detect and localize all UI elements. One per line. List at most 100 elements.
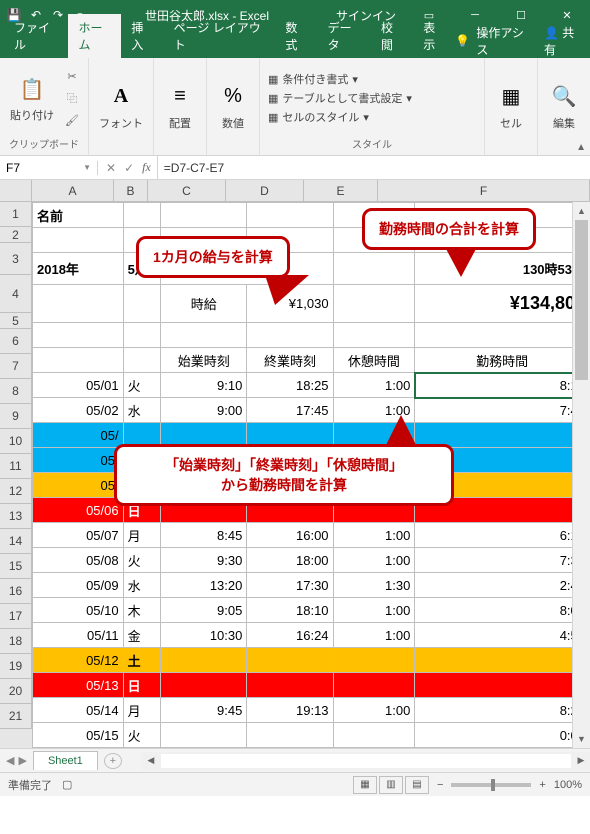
row-header-13[interactable]: 13 (0, 504, 32, 529)
vertical-scrollbar[interactable]: ▲ ▼ (572, 202, 590, 748)
cell[interactable] (33, 348, 124, 373)
row-header-16[interactable]: 16 (0, 579, 32, 604)
tab-formulas[interactable]: 数式 (275, 14, 317, 58)
cell[interactable] (161, 323, 247, 348)
cell[interactable]: 1:30 (333, 573, 415, 598)
scroll-down-icon[interactable]: ▼ (573, 730, 590, 748)
fx-icon[interactable]: fx (142, 160, 157, 175)
cell[interactable]: 16:24 (247, 623, 333, 648)
select-all-corner[interactable] (0, 180, 32, 201)
col-header-c[interactable]: C (148, 180, 226, 201)
cell[interactable]: ¥134,809 (415, 285, 590, 323)
row-header-2[interactable]: 2 (0, 227, 32, 243)
cell[interactable]: 05/ (33, 448, 124, 473)
cell[interactable]: 16:00 (247, 523, 333, 548)
row-header-3[interactable]: 3 (0, 243, 32, 275)
copy-icon[interactable]: ⿻ (62, 88, 82, 108)
cell[interactable]: 9:30 (161, 548, 247, 573)
zoom-slider[interactable] (451, 783, 531, 787)
cell[interactable] (333, 723, 415, 748)
row-header-14[interactable]: 14 (0, 529, 32, 554)
cell[interactable]: 9:05 (161, 598, 247, 623)
cell[interactable]: 13:20 (161, 573, 247, 598)
cell[interactable] (123, 348, 161, 373)
cell[interactable] (333, 253, 415, 285)
row-header-11[interactable]: 11 (0, 454, 32, 479)
cell[interactable]: 月 (123, 523, 161, 548)
cell[interactable]: 7:30 (415, 548, 590, 573)
number-group-button[interactable]: % 数値 (213, 79, 253, 133)
page-layout-view-icon[interactable]: ▥ (379, 776, 403, 794)
cell[interactable]: 18:00 (247, 548, 333, 573)
cell[interactable]: 2:40 (415, 573, 590, 598)
col-header-f[interactable]: F (378, 180, 590, 201)
format-painter-icon[interactable]: 🖌 (62, 110, 82, 130)
row-header-20[interactable]: 20 (0, 679, 32, 704)
alignment-group-button[interactable]: ≡ 配置 (160, 79, 200, 133)
hscroll-thumb[interactable] (161, 754, 571, 768)
cell[interactable]: 05/01 (33, 373, 124, 398)
cell[interactable] (33, 285, 124, 323)
row-header-17[interactable]: 17 (0, 604, 32, 629)
row-header-12[interactable]: 12 (0, 479, 32, 504)
name-box[interactable]: F7 ▼ (0, 161, 98, 175)
zoom-out-icon[interactable]: − (437, 779, 443, 791)
cell[interactable]: 18:10 (247, 598, 333, 623)
cell[interactable]: 始業時刻 (161, 348, 247, 373)
cell[interactable]: 水 (123, 573, 161, 598)
row-header-5[interactable]: 5 (0, 313, 32, 329)
row-header-7[interactable]: 7 (0, 354, 32, 379)
font-group-button[interactable]: A フォント (95, 79, 147, 133)
cell[interactable]: 8:45 (161, 523, 247, 548)
cell[interactable] (333, 323, 415, 348)
cell[interactable]: 火 (123, 723, 161, 748)
row-header-18[interactable]: 18 (0, 629, 32, 654)
cell[interactable]: 4:54 (415, 623, 590, 648)
cell[interactable]: 18:25 (247, 373, 333, 398)
namebox-dropdown-icon[interactable]: ▼ (83, 163, 91, 172)
paste-button[interactable]: 📋 貼り付け (6, 71, 58, 125)
cell[interactable] (333, 673, 415, 698)
tab-data[interactable]: データ (318, 14, 371, 58)
row-header-4[interactable]: 4 (0, 275, 32, 313)
row-header-19[interactable]: 19 (0, 654, 32, 679)
tab-file[interactable]: ファイル (4, 14, 68, 58)
cell[interactable] (247, 648, 333, 673)
cell[interactable]: 05/10 (33, 598, 124, 623)
cell[interactable]: 1:00 (333, 373, 415, 398)
cell[interactable] (333, 285, 415, 323)
cell[interactable]: 05/13 (33, 673, 124, 698)
cell[interactable]: 05/02 (33, 398, 124, 423)
scroll-up-icon[interactable]: ▲ (573, 202, 590, 220)
zoom-in-icon[interactable]: + (539, 779, 545, 791)
cell[interactable] (161, 648, 247, 673)
horizontal-scrollbar[interactable]: ◀ ▶ (142, 752, 590, 770)
normal-view-icon[interactable]: ▦ (353, 776, 377, 794)
cell[interactable]: 05/14 (33, 698, 124, 723)
format-as-table-button[interactable]: ▦テーブルとして書式設定 ▾ (266, 89, 414, 107)
cancel-formula-icon[interactable]: ✕ (106, 161, 116, 175)
cell[interactable] (415, 323, 590, 348)
cell[interactable]: 7:45 (415, 398, 590, 423)
row-header-8[interactable]: 8 (0, 379, 32, 404)
cell[interactable] (247, 723, 333, 748)
row-header-1[interactable]: 1 (0, 202, 32, 227)
macro-record-icon[interactable]: ▢ (62, 778, 72, 791)
cell[interactable] (247, 673, 333, 698)
zoom-level[interactable]: 100% (554, 779, 582, 791)
cell[interactable]: 17:30 (247, 573, 333, 598)
cell[interactable] (161, 203, 247, 228)
cell[interactable]: 05/07 (33, 523, 124, 548)
cell[interactable] (161, 723, 247, 748)
cell[interactable] (33, 228, 124, 253)
cell[interactable]: 05/15 (33, 723, 124, 748)
editing-group-button[interactable]: 🔍 編集 (544, 79, 584, 133)
hscroll-right-icon[interactable]: ▶ (572, 755, 590, 766)
cell[interactable]: 火 (123, 373, 161, 398)
cell[interactable]: 土 (123, 648, 161, 673)
collapse-ribbon-icon[interactable]: ▲ (576, 142, 586, 153)
cell[interactable]: 05/06 (33, 498, 124, 523)
cell[interactable]: 17:45 (247, 398, 333, 423)
cell[interactable]: 19:13 (247, 698, 333, 723)
cell[interactable] (415, 673, 590, 698)
